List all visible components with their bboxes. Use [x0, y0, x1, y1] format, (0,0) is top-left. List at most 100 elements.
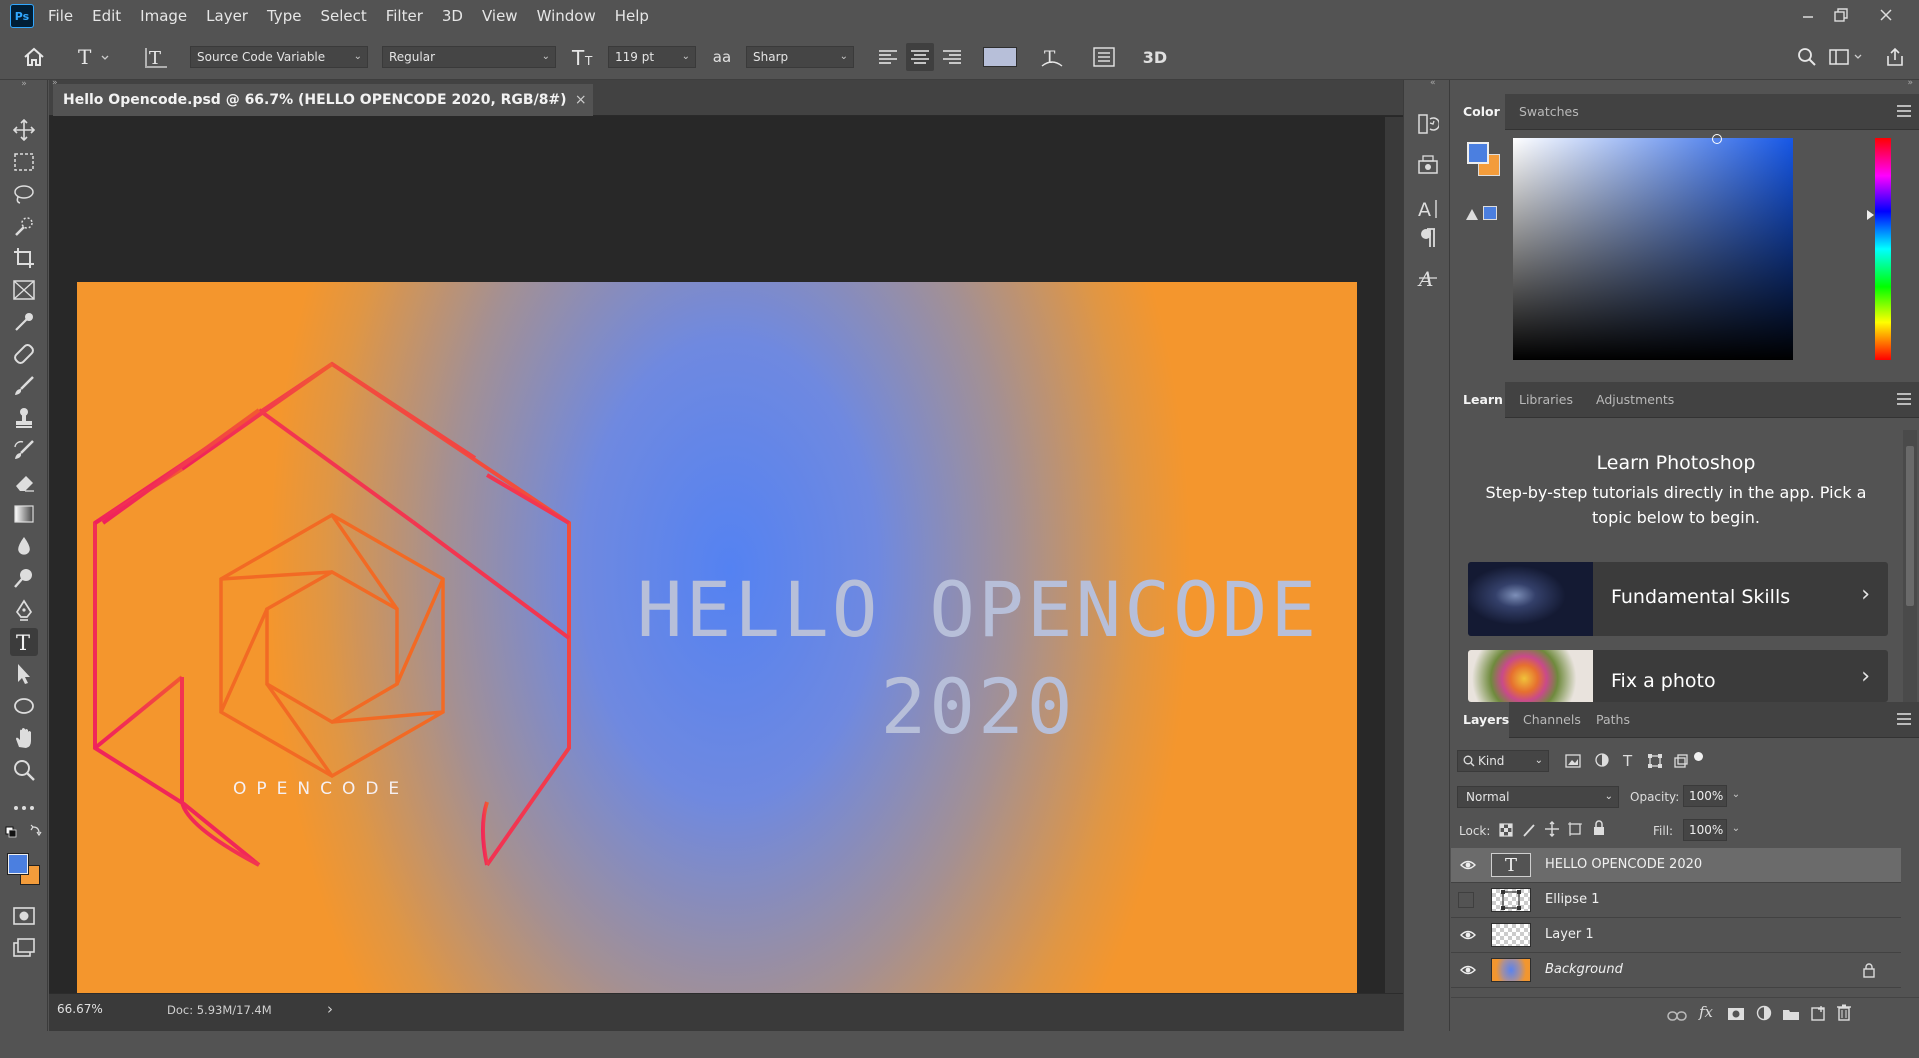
hue-slider-handle[interactable]	[1867, 210, 1874, 220]
paragraph-panel-icon[interactable]	[1414, 224, 1442, 252]
menu-filter[interactable]: Filter	[386, 7, 423, 25]
lock-image-pixels-icon[interactable]	[1522, 822, 1536, 841]
frame-tool-icon[interactable]	[10, 276, 38, 304]
move-tool-icon[interactable]	[10, 116, 38, 144]
lock-position-icon[interactable]	[1544, 821, 1560, 841]
menu-layer[interactable]: Layer	[206, 7, 248, 25]
layer-row-background[interactable]: Background	[1451, 953, 1901, 988]
path-selection-tool-icon[interactable]	[10, 660, 38, 688]
new-layer-icon[interactable]	[1810, 1005, 1826, 1025]
out-of-gamut-warning-icon[interactable]	[1465, 206, 1479, 225]
tab-channels[interactable]: Channels	[1511, 702, 1593, 738]
status-menu-arrow[interactable]: ›	[327, 1000, 333, 1018]
3d-button[interactable]: 3D	[1140, 43, 1170, 71]
antialias-select[interactable]: Sharp ⌄	[746, 46, 854, 68]
eyedropper-tool-icon[interactable]	[10, 308, 38, 336]
foreground-color-swatch[interactable]	[7, 853, 29, 875]
crop-tool-icon[interactable]	[10, 244, 38, 272]
filter-toggle-icon[interactable]	[1694, 752, 1703, 761]
add-mask-icon[interactable]	[1727, 1006, 1745, 1025]
align-center-icon[interactable]	[906, 43, 934, 71]
learn-panel-menu-icon[interactable]	[1897, 393, 1911, 405]
layers-panel-menu-icon[interactable]	[1897, 713, 1911, 725]
menu-view[interactable]: View	[482, 7, 518, 25]
menu-type[interactable]: Type	[267, 7, 301, 25]
lock-artboard-icon[interactable]	[1567, 821, 1583, 841]
artboard-canvas[interactable]: OPENCODE HELLO OPENCODE 2020	[77, 282, 1357, 1002]
new-adjustment-layer-icon[interactable]	[1756, 1005, 1772, 1025]
lock-all-icon[interactable]	[1592, 820, 1606, 840]
filter-smart-object-icon[interactable]	[1673, 753, 1689, 773]
delete-layer-icon[interactable]	[1837, 1004, 1851, 1025]
text-orientation-icon[interactable]: T	[142, 43, 170, 71]
learn-card-fundamental-skills[interactable]: Fundamental Skills ›	[1468, 562, 1888, 636]
color-field[interactable]	[1513, 138, 1793, 360]
opacity-field[interactable]: 100%	[1683, 785, 1727, 807]
filter-type-icon[interactable]: T	[1623, 752, 1632, 770]
vertical-scrollbar[interactable]	[1385, 117, 1403, 995]
menu-image[interactable]: Image	[140, 7, 187, 25]
dodge-tool-icon[interactable]	[10, 564, 38, 592]
menu-help[interactable]: Help	[615, 7, 649, 25]
history-panel-icon[interactable]	[1414, 110, 1442, 138]
tab-adjustments[interactable]: Adjustments	[1584, 382, 1686, 418]
fill-dropdown-icon[interactable]: ⌄	[1728, 819, 1744, 841]
home-icon[interactable]	[20, 43, 48, 71]
menu-file[interactable]: File	[48, 7, 73, 25]
close-tab-icon[interactable]: ×	[575, 84, 587, 116]
layer-row-text[interactable]: T HELLO OPENCODE 2020	[1451, 848, 1901, 883]
hue-slider[interactable]	[1875, 138, 1891, 360]
search-icon[interactable]	[1794, 43, 1820, 71]
blend-mode-select[interactable]: Normal ⌄	[1457, 786, 1619, 808]
document-tab[interactable]: Hello Opencode.psd @ 66.7% (HELLO OPENCO…	[53, 84, 593, 116]
more-tools-icon[interactable]	[10, 794, 38, 822]
filter-adjustment-icon[interactable]	[1594, 752, 1610, 772]
filter-pixel-icon[interactable]	[1565, 753, 1581, 772]
visibility-eye-icon[interactable]	[1460, 963, 1476, 977]
character-panel-icon[interactable]	[1090, 43, 1118, 71]
filter-shape-icon[interactable]	[1647, 753, 1663, 773]
healing-brush-tool-icon[interactable]	[10, 340, 38, 368]
collapse-panels-icon[interactable]: »	[1907, 78, 1913, 88]
tab-color[interactable]: Color	[1451, 94, 1505, 130]
character-panel-dock-icon[interactable]: A	[1414, 194, 1442, 222]
menu-edit[interactable]: Edit	[92, 7, 121, 25]
lasso-tool-icon[interactable]	[10, 180, 38, 208]
font-style-select[interactable]: Regular ⌄	[382, 46, 556, 68]
visibility-toggle-off[interactable]	[1458, 892, 1474, 908]
fill-field[interactable]: 100%	[1683, 819, 1727, 841]
link-layers-icon[interactable]	[1667, 1007, 1687, 1026]
layer-effects-icon[interactable]: fx	[1699, 1003, 1713, 1021]
marquee-tool-icon[interactable]	[10, 148, 38, 176]
color-picker-cursor[interactable]	[1712, 134, 1722, 144]
layer-row-ellipse[interactable]: Ellipse 1	[1451, 883, 1901, 918]
visibility-eye-icon[interactable]	[1460, 858, 1476, 872]
pen-tool-icon[interactable]	[10, 596, 38, 624]
collapse-dock-icon[interactable]: «	[1430, 78, 1436, 88]
tab-paths[interactable]: Paths	[1584, 702, 1642, 738]
color-panel-menu-icon[interactable]	[1897, 105, 1911, 117]
tab-libraries[interactable]: Libraries	[1507, 382, 1585, 418]
brush-tool-icon[interactable]	[10, 372, 38, 400]
color-panel-foreground-swatch[interactable]	[1467, 142, 1489, 164]
layer-filter-select[interactable]: Kind ⌄	[1457, 750, 1549, 772]
learn-card-fix-a-photo[interactable]: Fix a photo ›	[1468, 650, 1888, 702]
tab-swatches[interactable]: Swatches	[1507, 94, 1591, 130]
opacity-dropdown-icon[interactable]: ⌄	[1728, 785, 1744, 807]
glyphs-panel-icon[interactable]: A	[1414, 264, 1442, 292]
menu-window[interactable]: Window	[537, 7, 596, 25]
text-color-swatch[interactable]	[983, 47, 1017, 67]
web-safe-color-swatch[interactable]	[1483, 206, 1497, 220]
tab-learn[interactable]: Learn	[1451, 382, 1505, 418]
hand-tool-icon[interactable]	[10, 724, 38, 752]
layer-row-layer-1[interactable]: Layer 1	[1451, 918, 1901, 953]
swap-colors-icon[interactable]	[4, 824, 44, 840]
blur-tool-icon[interactable]	[10, 532, 38, 560]
clone-stamp-tool-icon[interactable]	[10, 404, 38, 432]
canvas-viewport[interactable]: OPENCODE HELLO OPENCODE 2020	[49, 117, 1385, 1002]
font-size-field[interactable]: 119 pt ⌄	[608, 46, 696, 68]
align-right-icon[interactable]	[940, 43, 964, 71]
tab-layers[interactable]: Layers	[1451, 702, 1509, 738]
type-tool-icon[interactable]: T	[10, 628, 38, 656]
font-family-select[interactable]: Source Code Variable ⌄	[190, 46, 368, 68]
